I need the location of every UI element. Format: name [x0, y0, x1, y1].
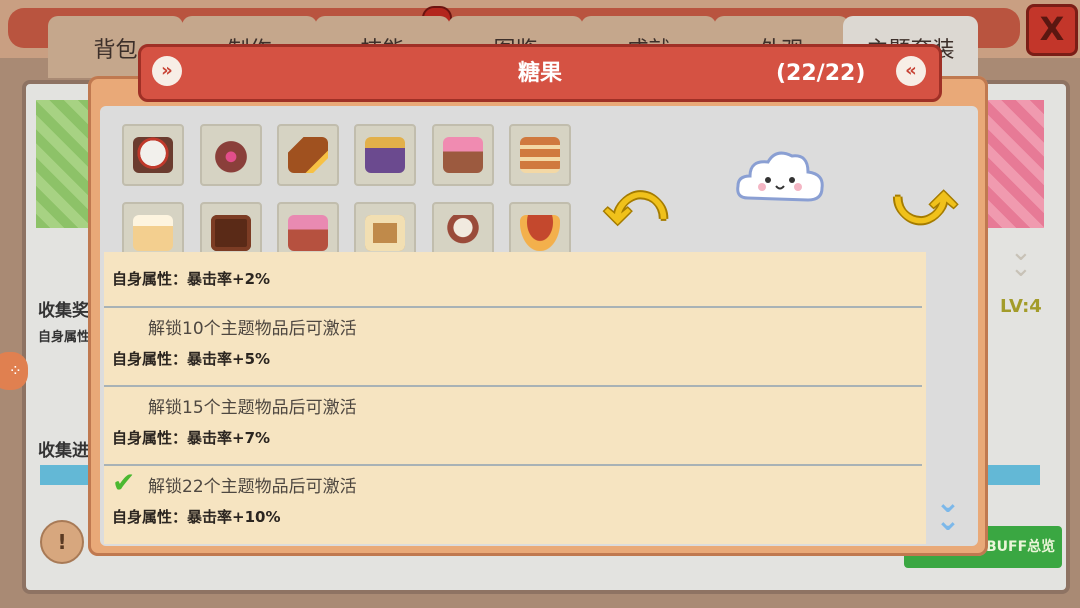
candy-cart-item-icon — [288, 215, 328, 251]
item-slot[interactable] — [122, 202, 184, 252]
item-slot[interactable] — [354, 124, 416, 186]
item-slot[interactable] — [200, 202, 262, 252]
bonus-requirement-4: 解锁22个主题物品后可激活 — [148, 477, 357, 497]
set-bonus-list: 自身属性：暴击率+2% 解锁10个主题物品后可激活 自身属性：暴击率+5% 解锁… — [104, 252, 926, 544]
dessert-stand-item-icon — [443, 137, 483, 173]
bonus-effect-1: 自身属性：暴击率+2% — [112, 270, 271, 288]
left-rotate-arrow-icon[interactable]: ⤺ — [604, 168, 666, 238]
theme-card-pink — [988, 100, 1044, 228]
item-slot[interactable] — [277, 124, 339, 186]
next-set-button[interactable]: « — [896, 56, 926, 86]
donut-item-icon — [211, 137, 251, 173]
item-slot[interactable] — [432, 124, 494, 186]
item-slot[interactable] — [277, 202, 339, 252]
divider — [104, 464, 922, 466]
chocolate-item-icon — [288, 137, 328, 173]
ice-cream-stool-item-icon — [443, 215, 483, 251]
right-rotate-arrow-icon[interactable]: ⤻ — [894, 168, 956, 238]
bonus-effect-4: 自身属性：暴击率+10% — [112, 508, 281, 526]
divider — [104, 306, 922, 308]
mushroom-house-item-icon — [520, 215, 560, 251]
collect-progress-label: 收集进 — [38, 441, 88, 461]
bonus-effect-2: 自身属性：暴击率+5% — [112, 350, 271, 368]
cake-tower-item-icon — [520, 137, 560, 173]
divider — [104, 385, 922, 387]
level-badge: LV:4 — [1000, 296, 1042, 317]
bonus-requirement-3: 解锁15个主题物品后可激活 — [148, 398, 357, 418]
bonus-effect-3: 自身属性：暴击率+7% — [112, 429, 271, 447]
collect-reward-label: 收集奖 — [38, 301, 88, 321]
item-slot[interactable] — [122, 124, 184, 186]
self-attribute-label: 自身属性 — [38, 330, 88, 345]
chocolate-bar-item-icon — [211, 215, 251, 251]
item-slot[interactable] — [200, 124, 262, 186]
cream-cake-item-icon — [133, 215, 173, 251]
theme-card-green — [36, 100, 92, 228]
info-icon[interactable]: ! — [40, 520, 84, 564]
check-icon: ✔ — [112, 466, 136, 499]
chevron-down-icon: ⌄ ⌄ — [1010, 237, 1032, 283]
side-menu-handle[interactable]: ⁘ — [0, 352, 28, 390]
cake-item-icon — [133, 137, 173, 173]
item-slot[interactable] — [354, 202, 416, 252]
bonus-requirement-2: 解锁10个主题物品后可激活 — [148, 319, 357, 339]
candy-shop-item-icon — [365, 137, 405, 173]
item-slot[interactable] — [432, 202, 494, 252]
item-slot[interactable] — [509, 124, 571, 186]
close-button[interactable]: X — [1026, 4, 1078, 56]
theme-item-grid — [122, 124, 582, 252]
menu-board-item-icon — [365, 215, 405, 251]
collection-count: (22/22) — [776, 61, 866, 86]
cloud-mascot-icon — [736, 151, 824, 202]
item-slot[interactable] — [509, 202, 571, 252]
scroll-down-icon[interactable]: ⌄ ⌄ — [930, 488, 966, 538]
prev-set-button[interactable]: » — [152, 56, 182, 86]
